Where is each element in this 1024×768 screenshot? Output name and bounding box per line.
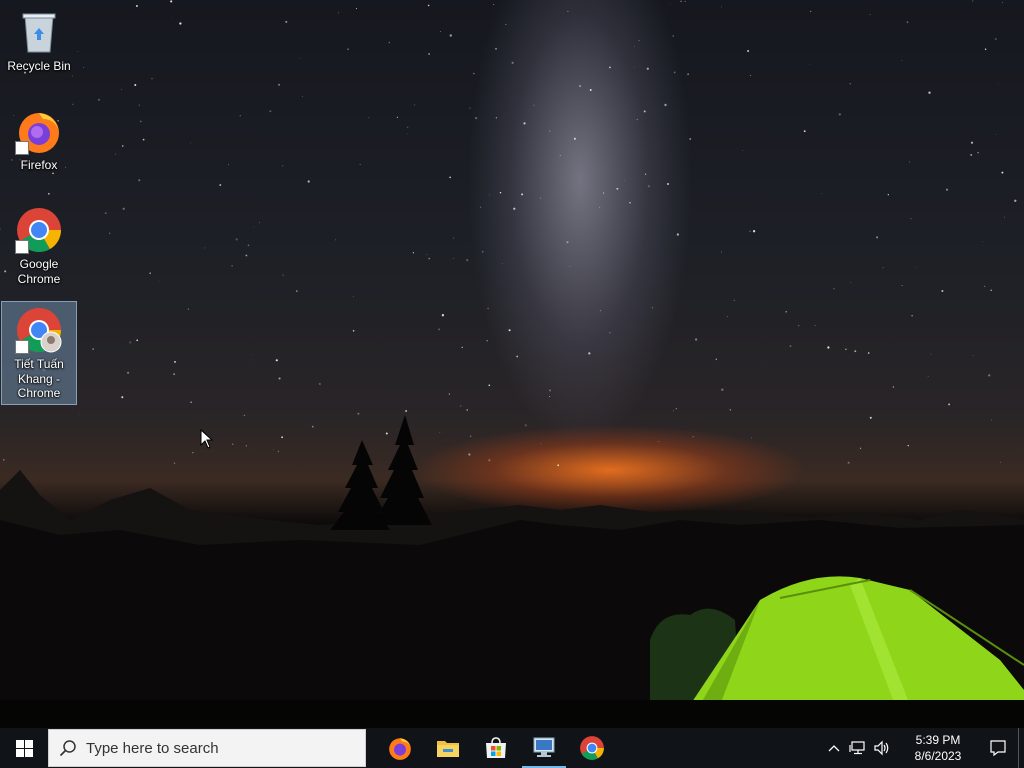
folder-icon	[437, 741, 459, 757]
volume-icon[interactable]	[870, 728, 894, 768]
taskbar-app-google-chrome[interactable]	[568, 728, 616, 768]
desktop-wallpaper[interactable]: Recycle Bin Firefox Google Chrome Tiết T…	[0, 0, 1024, 728]
desktop-icon-label: Google Chrome	[17, 257, 61, 286]
shortcut-arrow-icon	[15, 240, 29, 254]
desktop-icon-recycle-bin[interactable]: Recycle Bin	[2, 4, 76, 77]
taskbar-app-microsoft-store[interactable]	[472, 728, 520, 768]
taskbar-app-file-explorer[interactable]	[424, 728, 472, 768]
network-icon[interactable]	[846, 728, 870, 768]
desktop-icon-label: Firefox	[20, 158, 58, 172]
clock-date: 8/6/2023	[914, 749, 962, 763]
firefox-icon	[15, 107, 63, 155]
taskbar-app-remote-desktop[interactable]	[520, 728, 568, 768]
desktop-icon-chrome-profile[interactable]: Tiết Tuấn Khang - Chrome	[1, 301, 77, 405]
chrome-profile-icon	[15, 306, 63, 354]
store-icon	[486, 737, 506, 758]
recycle-bin-icon	[15, 8, 63, 56]
mountain-landscape	[0, 415, 1024, 728]
chrome-icon	[580, 736, 604, 760]
remote-desktop-icon	[533, 737, 555, 757]
show-desktop-button[interactable]	[1018, 728, 1024, 768]
action-center-button[interactable]	[978, 728, 1018, 768]
notification-icon	[990, 740, 1006, 757]
firefox-icon	[389, 738, 411, 760]
system-tray: 5:39 PM 8/6/2023	[822, 728, 1024, 768]
chrome-icon	[15, 206, 63, 254]
show-hidden-icons-chevron-up-icon[interactable]	[822, 728, 846, 768]
desktop-icon-google-chrome[interactable]: Google Chrome	[2, 202, 76, 289]
taskbar-search-box[interactable]: Type here to search	[48, 729, 366, 767]
search-placeholder: Type here to search	[86, 739, 219, 757]
shortcut-arrow-icon	[15, 340, 29, 354]
windows-logo-icon	[15, 739, 33, 757]
taskbar-app-firefox[interactable]	[376, 728, 424, 768]
taskbar-clock[interactable]: 5:39 PM 8/6/2023	[898, 732, 978, 764]
desktop-icon-firefox[interactable]: Firefox	[2, 103, 76, 176]
start-button[interactable]	[0, 728, 48, 768]
shortcut-arrow-icon	[15, 141, 29, 155]
desktop-icon-label: Tiết Tuấn Khang - Chrome	[14, 357, 64, 400]
desktop-icon-label: Recycle Bin	[7, 59, 71, 73]
mouse-cursor-icon	[200, 429, 214, 449]
search-icon	[59, 739, 77, 757]
clock-time: 5:39 PM	[915, 733, 961, 747]
taskbar: Type here to search 5:39 PM 8/6/2023	[0, 728, 1024, 768]
